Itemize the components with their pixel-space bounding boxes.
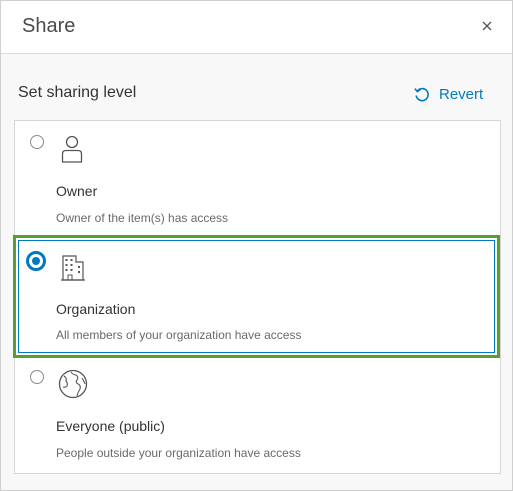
revert-icon [414,87,429,102]
sharing-option-owner[interactable]: Owner Owner of the item(s) has access [15,121,500,238]
owner-label: Owner [56,183,98,199]
organization-radio[interactable] [26,251,46,271]
building-icon [60,255,86,286]
sharing-option-organization[interactable]: Organization All members of your organiz… [13,235,500,358]
sharing-options: Owner Owner of the item(s) has access Or… [13,120,501,474]
close-icon[interactable] [481,19,497,35]
everyone-radio[interactable] [30,370,44,384]
person-icon [61,135,83,168]
everyone-description: People outside your organization have ac… [56,446,301,460]
section-title: Set sharing level [18,84,137,101]
organization-description: All members of your organization have ac… [56,328,302,342]
dialog-header: Share [1,1,512,54]
owner-description: Owner of the item(s) has access [56,211,229,225]
revert-button[interactable]: Revert [413,83,483,105]
share-dialog: Share Set sharing level Revert Owner Own… [0,0,513,491]
owner-radio[interactable] [30,135,44,149]
revert-label: Revert [439,85,484,103]
dialog-title: Share [22,15,76,37]
organization-label: Organization [56,301,136,317]
everyone-label: Everyone (public) [56,418,165,434]
sharing-option-everyone[interactable]: Everyone (public) People outside your or… [15,355,500,472]
globe-icon [58,369,88,404]
